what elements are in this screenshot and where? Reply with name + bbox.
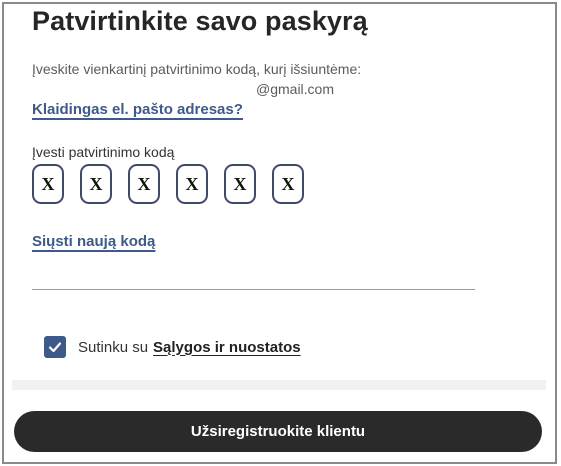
checkmark-icon — [48, 342, 62, 353]
intro-text: Įveskite vienkartinį patvirtinimo kodą, … — [32, 61, 362, 77]
code-digit-input[interactable]: X — [128, 164, 160, 204]
terms-checkbox[interactable] — [44, 336, 66, 358]
wrong-email-link[interactable]: Klaidingas el. pašto adresas? — [32, 101, 243, 118]
code-digit-input[interactable]: X — [32, 164, 64, 204]
terms-row: Sutinku su Sąlygos ir nuostatos — [44, 336, 301, 358]
footer-separator — [12, 380, 546, 390]
code-digit-input[interactable]: X — [176, 164, 208, 204]
email-address: @gmail.com — [256, 81, 335, 97]
terms-link[interactable]: Sąlygos ir nuostatos — [153, 339, 301, 356]
code-label: Įvesti patvirtinimo kodą — [32, 144, 175, 160]
code-digit-input[interactable]: X — [224, 164, 256, 204]
divider — [32, 289, 475, 290]
page-title: Patvirtinkite savo paskyrą — [32, 6, 368, 36]
terms-prefix: Sutinku su — [78, 338, 149, 356]
register-button[interactable]: Užsiregistruokite klientu — [14, 411, 542, 452]
code-digit-input[interactable]: X — [272, 164, 304, 204]
code-digit-input[interactable]: X — [80, 164, 112, 204]
code-input-group: X X X X X X — [32, 164, 320, 204]
resend-code-link[interactable]: Siųsti naują kodą — [32, 233, 155, 250]
